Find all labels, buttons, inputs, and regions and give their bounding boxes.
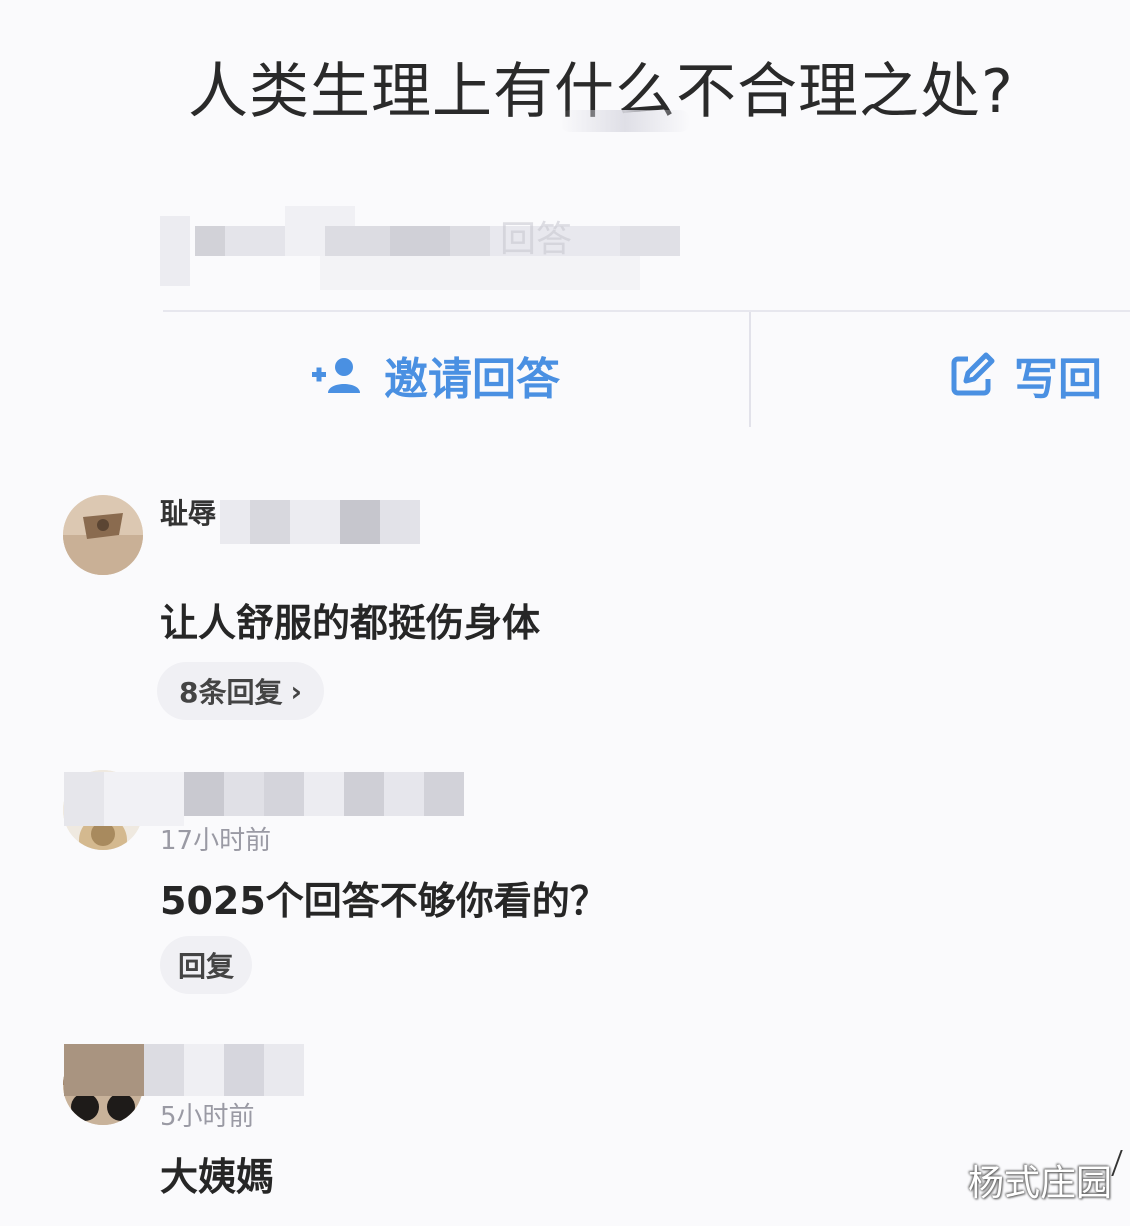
add-user-icon [310, 355, 366, 395]
action-bar-separator [749, 312, 751, 427]
title-smudge [560, 110, 690, 132]
reply-label: 回复 [178, 950, 235, 983]
edit-icon [948, 351, 996, 399]
question-meta-blurred [160, 196, 690, 296]
corner-mark [1111, 1150, 1130, 1176]
reply-button[interactable]: 回复 [160, 936, 253, 994]
action-bar-divider [163, 310, 1130, 312]
comment-time: 17小时前 [160, 826, 272, 856]
invite-answer-label: 邀请回答 [384, 354, 560, 405]
chevron-right-icon: › [290, 674, 303, 708]
write-answer-button[interactable]: 写回 [948, 340, 1102, 410]
watermark: 杨式庄园 [967, 1163, 1112, 1204]
comment-time: 5小时前 [160, 1102, 255, 1132]
reply-count-label: 8条回复 [179, 676, 283, 709]
zhihu-question-page: 人类生理上有什么不合理之处? 回答 邀请回答 写回 耻辱 让人舒服的都挺伤身体 … [0, 0, 1130, 1226]
view-replies-button[interactable]: 8条回复 › [157, 662, 325, 720]
question-meta-fragment: 回答 [500, 219, 573, 260]
comment-content: 让人舒服的都挺伤身体 [160, 601, 541, 645]
avatar[interactable] [63, 495, 143, 575]
write-answer-label: 写回 [1014, 354, 1102, 405]
commenter-name-fragment: 耻辱 [160, 497, 217, 530]
comment-content: 大姨媽 [160, 1155, 275, 1199]
comment-content: 5025个回答不够你看的？ [160, 879, 608, 923]
invite-answer-button[interactable]: 邀请回答 [310, 340, 560, 410]
